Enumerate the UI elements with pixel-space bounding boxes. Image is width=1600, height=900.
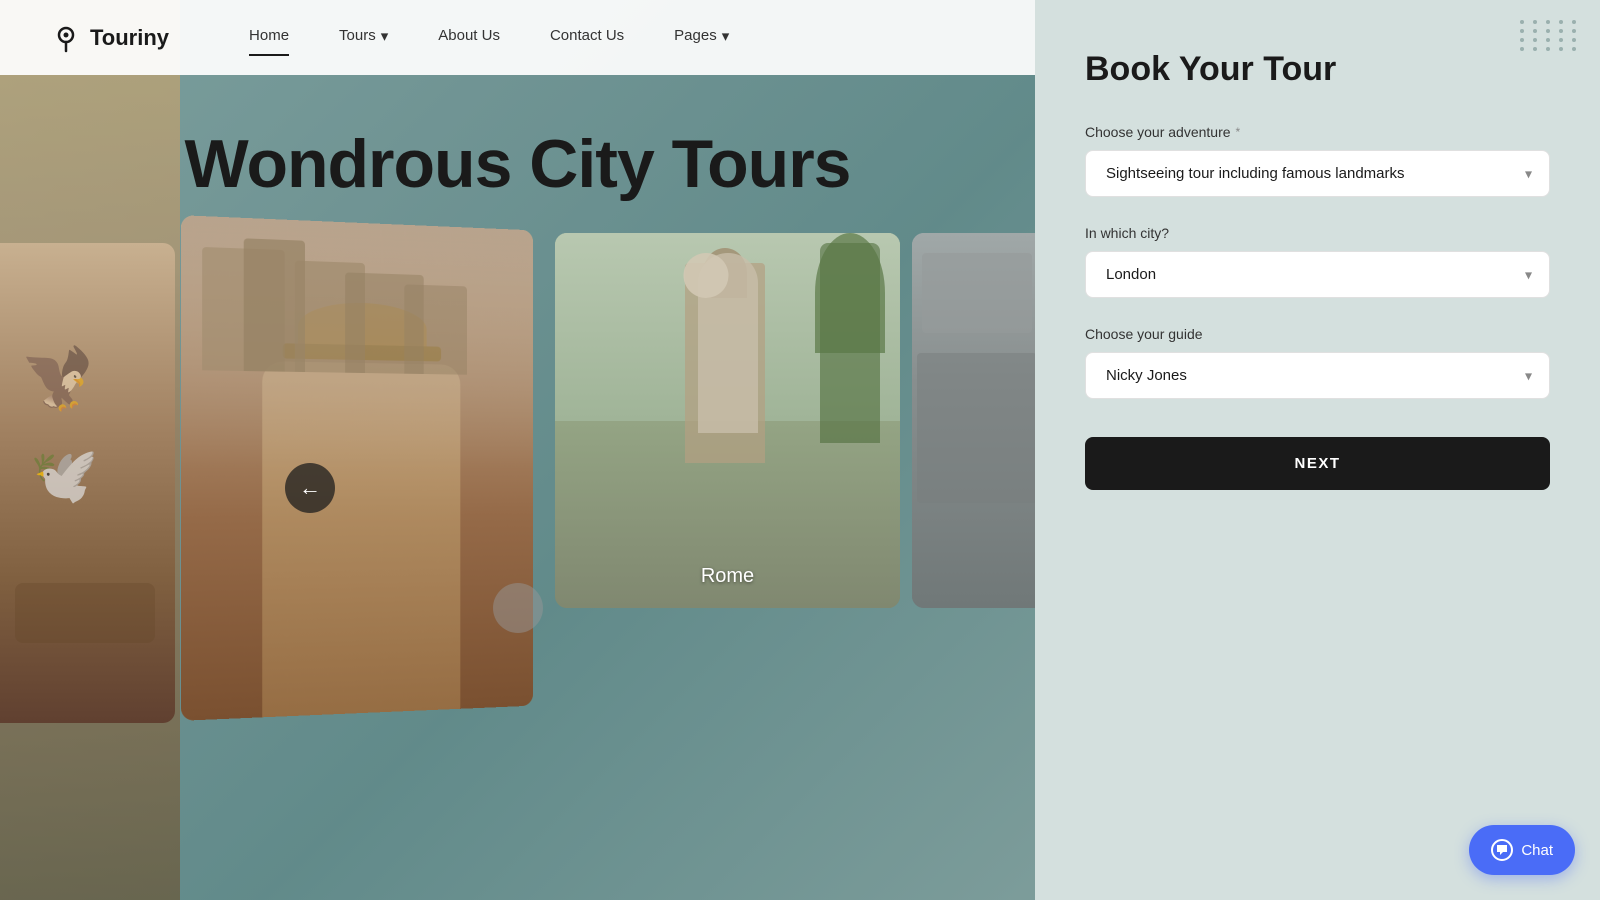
booking-panel: Book Your Tour Choose your adventure * S… (1035, 0, 1600, 900)
nav-about[interactable]: About Us (438, 27, 500, 48)
logo: Touriny (50, 22, 169, 54)
pages-dropdown-icon: ▾ (722, 27, 730, 45)
logo-icon (50, 22, 82, 54)
navbar: Touriny Home Tours ▾ About Us Contact Us… (0, 0, 1035, 75)
nav-contact[interactable]: Contact Us (550, 27, 624, 48)
main-site: Touriny Home Tours ▾ About Us Contact Us… (0, 0, 1035, 900)
slide-indicator (493, 583, 543, 633)
guide-select[interactable]: Nicky Jones James Smith Maria Garcia Tom… (1085, 352, 1550, 399)
nav-links: Home Tours ▾ About Us Contact Us Pages ▾ (249, 27, 985, 49)
hero-title: Wondrous City Tours (0, 75, 1035, 233)
gallery-card-right (912, 233, 1035, 608)
chat-icon (1491, 839, 1513, 861)
nav-pages[interactable]: Pages ▾ (674, 27, 729, 49)
city-label: In which city? (1085, 225, 1550, 241)
tours-dropdown-icon: ▾ (381, 27, 389, 45)
back-button[interactable]: ← (285, 463, 335, 513)
adventure-form-group: Choose your adventure * Sightseeing tour… (1085, 124, 1550, 197)
nav-tours[interactable]: Tours ▾ (339, 27, 388, 49)
gallery-card-main (181, 215, 533, 721)
guide-form-group: Choose your guide Nicky Jones James Smit… (1085, 326, 1550, 399)
back-arrow-icon: ← (299, 475, 321, 501)
gallery: 🦅 🕊️ ← (0, 243, 1035, 663)
city-form-group: In which city? London Rome Paris Barcelo… (1085, 225, 1550, 298)
guide-label: Choose your guide (1085, 326, 1550, 342)
chat-label: Chat (1521, 842, 1553, 859)
gallery-card-center: Rome (555, 233, 900, 608)
next-button[interactable]: NEXT (1085, 437, 1550, 490)
city-select-wrapper: London Rome Paris Barcelona Amsterdam ▾ (1085, 251, 1550, 298)
brand-name: Touriny (90, 25, 169, 51)
required-star: * (1236, 125, 1241, 139)
adventure-select[interactable]: Sightseeing tour including famous landma… (1085, 150, 1550, 197)
booking-title: Book Your Tour (1085, 50, 1550, 89)
slide-dot (493, 583, 543, 633)
dots-pattern (1520, 20, 1580, 51)
city-select[interactable]: London Rome Paris Barcelona Amsterdam (1085, 251, 1550, 298)
rome-label: Rome (701, 565, 754, 588)
adventure-label: Choose your adventure * (1085, 124, 1550, 140)
guide-select-wrapper: Nicky Jones James Smith Maria Garcia Tom… (1085, 352, 1550, 399)
chat-button[interactable]: Chat (1469, 825, 1575, 875)
adventure-select-wrapper: Sightseeing tour including famous landma… (1085, 150, 1550, 197)
gallery-card-left: 🦅 🕊️ (0, 243, 175, 723)
nav-home[interactable]: Home (249, 27, 289, 48)
